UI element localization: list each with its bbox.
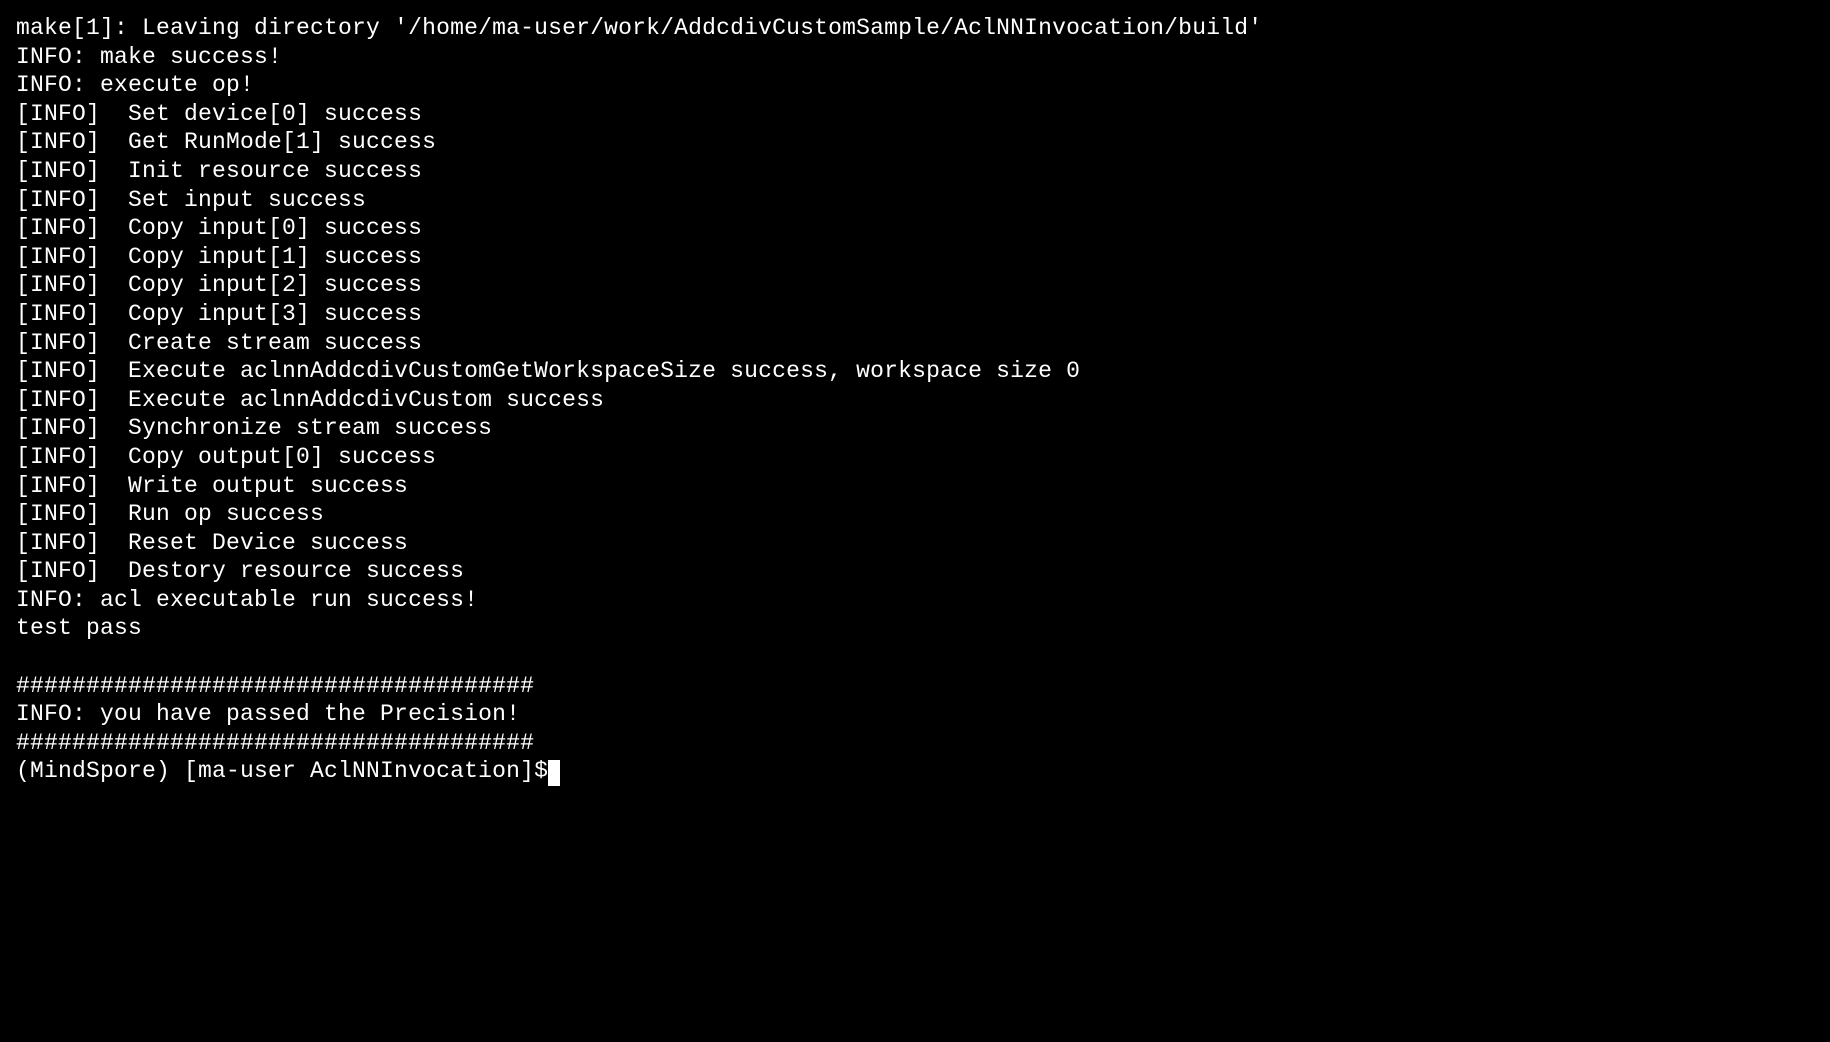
terminal-window[interactable]: make[1]: Leaving directory '/home/ma-use… — [0, 0, 1830, 786]
terminal-output: make[1]: Leaving directory '/home/ma-use… — [16, 14, 1814, 757]
terminal-prompt: (MindSpore) [ma-user AclNNInvocation]$ — [16, 758, 548, 784]
terminal-cursor — [548, 760, 560, 786]
